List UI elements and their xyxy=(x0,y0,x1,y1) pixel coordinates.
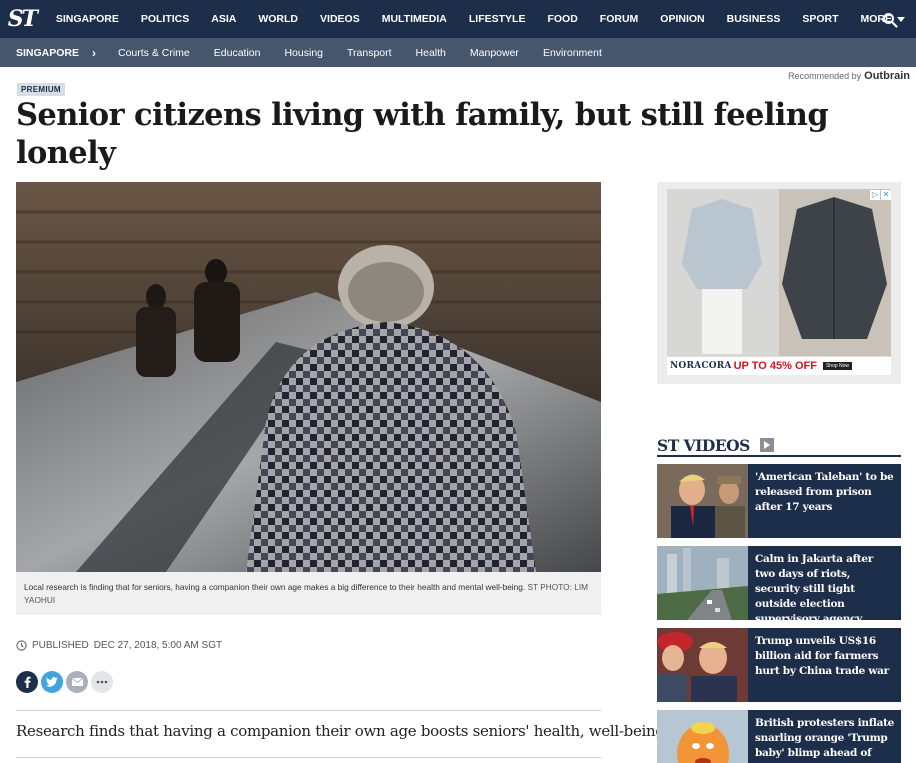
share-bar xyxy=(16,671,113,693)
clock-icon xyxy=(16,640,27,651)
video-title: Trump unveils US$16 billion aid for farm… xyxy=(755,635,889,677)
subnav-housing[interactable]: Housing xyxy=(272,47,335,59)
nav-lifestyle[interactable]: LIFESTYLE xyxy=(458,0,537,38)
subnav-environment[interactable]: Environment xyxy=(531,47,614,59)
subnav-transport[interactable]: Transport xyxy=(335,47,404,59)
subnav-health[interactable]: Health xyxy=(404,47,458,59)
st-logo[interactable]: ST xyxy=(0,0,44,38)
chevron-right-icon: › xyxy=(92,45,96,60)
advertisement[interactable]: ▷ ✕ NORACORA UP TO 45% OFF Shop Now xyxy=(657,182,901,384)
nav-videos[interactable]: VIDEOS xyxy=(309,0,371,38)
outbrain-brand: Outbrain xyxy=(864,70,910,82)
section-title[interactable]: SINGAPORE xyxy=(0,47,92,59)
video-item[interactable]: Calm in Jakarta after two days of riots,… xyxy=(657,546,901,625)
nav-politics[interactable]: POLITICS xyxy=(130,0,200,38)
video-thumbnail xyxy=(657,628,748,702)
twitter-icon[interactable] xyxy=(41,671,63,693)
subnav-courts-crime[interactable]: Courts & Crime xyxy=(106,47,202,59)
escalator-photo xyxy=(16,182,601,572)
ad-brand: NORACORA xyxy=(670,361,732,371)
outbrain-label: Recommended by xyxy=(788,71,862,81)
ad-banner: NORACORA UP TO 45% OFF Shop Now xyxy=(667,356,891,375)
nav-multimedia[interactable]: MULTIMEDIA xyxy=(371,0,458,38)
ad-offer: UP TO 45% OFF xyxy=(733,360,817,372)
video-title: 'American Taleban' to be released from p… xyxy=(755,471,894,513)
nav-business[interactable]: BUSINESS xyxy=(716,0,792,38)
facebook-icon[interactable] xyxy=(16,671,38,693)
video-item[interactable]: 'American Taleban' to be released from p… xyxy=(657,464,901,538)
published-label: PUBLISHED xyxy=(32,640,89,651)
close-icon[interactable]: ✕ xyxy=(881,190,891,200)
video-thumbnail xyxy=(657,546,748,620)
search-icon[interactable] xyxy=(882,12,898,28)
nav-opinion[interactable]: OPINION xyxy=(649,0,715,38)
nav-singapore[interactable]: SINGAPORE xyxy=(44,0,130,38)
video-thumbnail xyxy=(657,710,748,763)
hero-image[interactable] xyxy=(16,182,601,572)
outbrain-recommendation[interactable]: Recommended by Outbrain xyxy=(788,70,910,82)
video-thumbnail xyxy=(657,464,748,538)
video-item[interactable]: British protesters inflate snarling oran… xyxy=(657,710,901,763)
nav-forum[interactable]: FORUM xyxy=(589,0,650,38)
ad-image xyxy=(667,189,891,375)
premium-badge: PREMIUM xyxy=(17,83,65,96)
nav-asia[interactable]: ASIA xyxy=(200,0,247,38)
play-icon[interactable] xyxy=(759,438,774,452)
ad-shop-button[interactable]: Shop Now xyxy=(822,362,853,370)
video-title: British protesters inflate snarling oran… xyxy=(755,717,895,763)
divider xyxy=(16,710,601,711)
divider xyxy=(16,757,601,758)
more-icon[interactable] xyxy=(91,671,113,693)
top-navigation: ST SINGAPORE POLITICS ASIA WORLD VIDEOS … xyxy=(0,0,916,38)
st-videos-header: ST VIDEOS xyxy=(657,435,901,457)
article-standfirst: Research finds that having a companion t… xyxy=(16,722,665,740)
published-info: PUBLISHED DEC 27, 2018, 5:00 AM SGT xyxy=(16,640,222,651)
nav-world[interactable]: WORLD xyxy=(247,0,309,38)
caret-down-icon xyxy=(897,16,905,22)
article-headline: Senior citizens living with family, but … xyxy=(16,97,829,171)
ad-controls: ▷ ✕ xyxy=(870,190,891,200)
nav-sport[interactable]: SPORT xyxy=(791,0,849,38)
section-navigation: SINGAPORE › Courts & Crime Education Hou… xyxy=(0,38,916,67)
email-icon[interactable] xyxy=(66,671,88,693)
published-date: DEC 27, 2018, 5:00 AM SGT xyxy=(93,640,223,651)
caption-text: Local research is finding that for senio… xyxy=(24,582,526,592)
subnav-manpower[interactable]: Manpower xyxy=(458,47,531,59)
image-caption: Local research is finding that for senio… xyxy=(16,572,601,615)
ad-clothing-photo xyxy=(667,189,891,357)
st-videos-title[interactable]: ST VIDEOS xyxy=(657,436,750,455)
subnav-education[interactable]: Education xyxy=(202,47,273,59)
video-item[interactable]: Trump unveils US$16 billion aid for farm… xyxy=(657,628,901,702)
video-title: Calm in Jakarta after two days of riots,… xyxy=(755,553,873,625)
adchoices-icon[interactable]: ▷ xyxy=(870,190,880,200)
nav-food[interactable]: FOOD xyxy=(536,0,588,38)
logo-text: ST xyxy=(7,6,38,32)
